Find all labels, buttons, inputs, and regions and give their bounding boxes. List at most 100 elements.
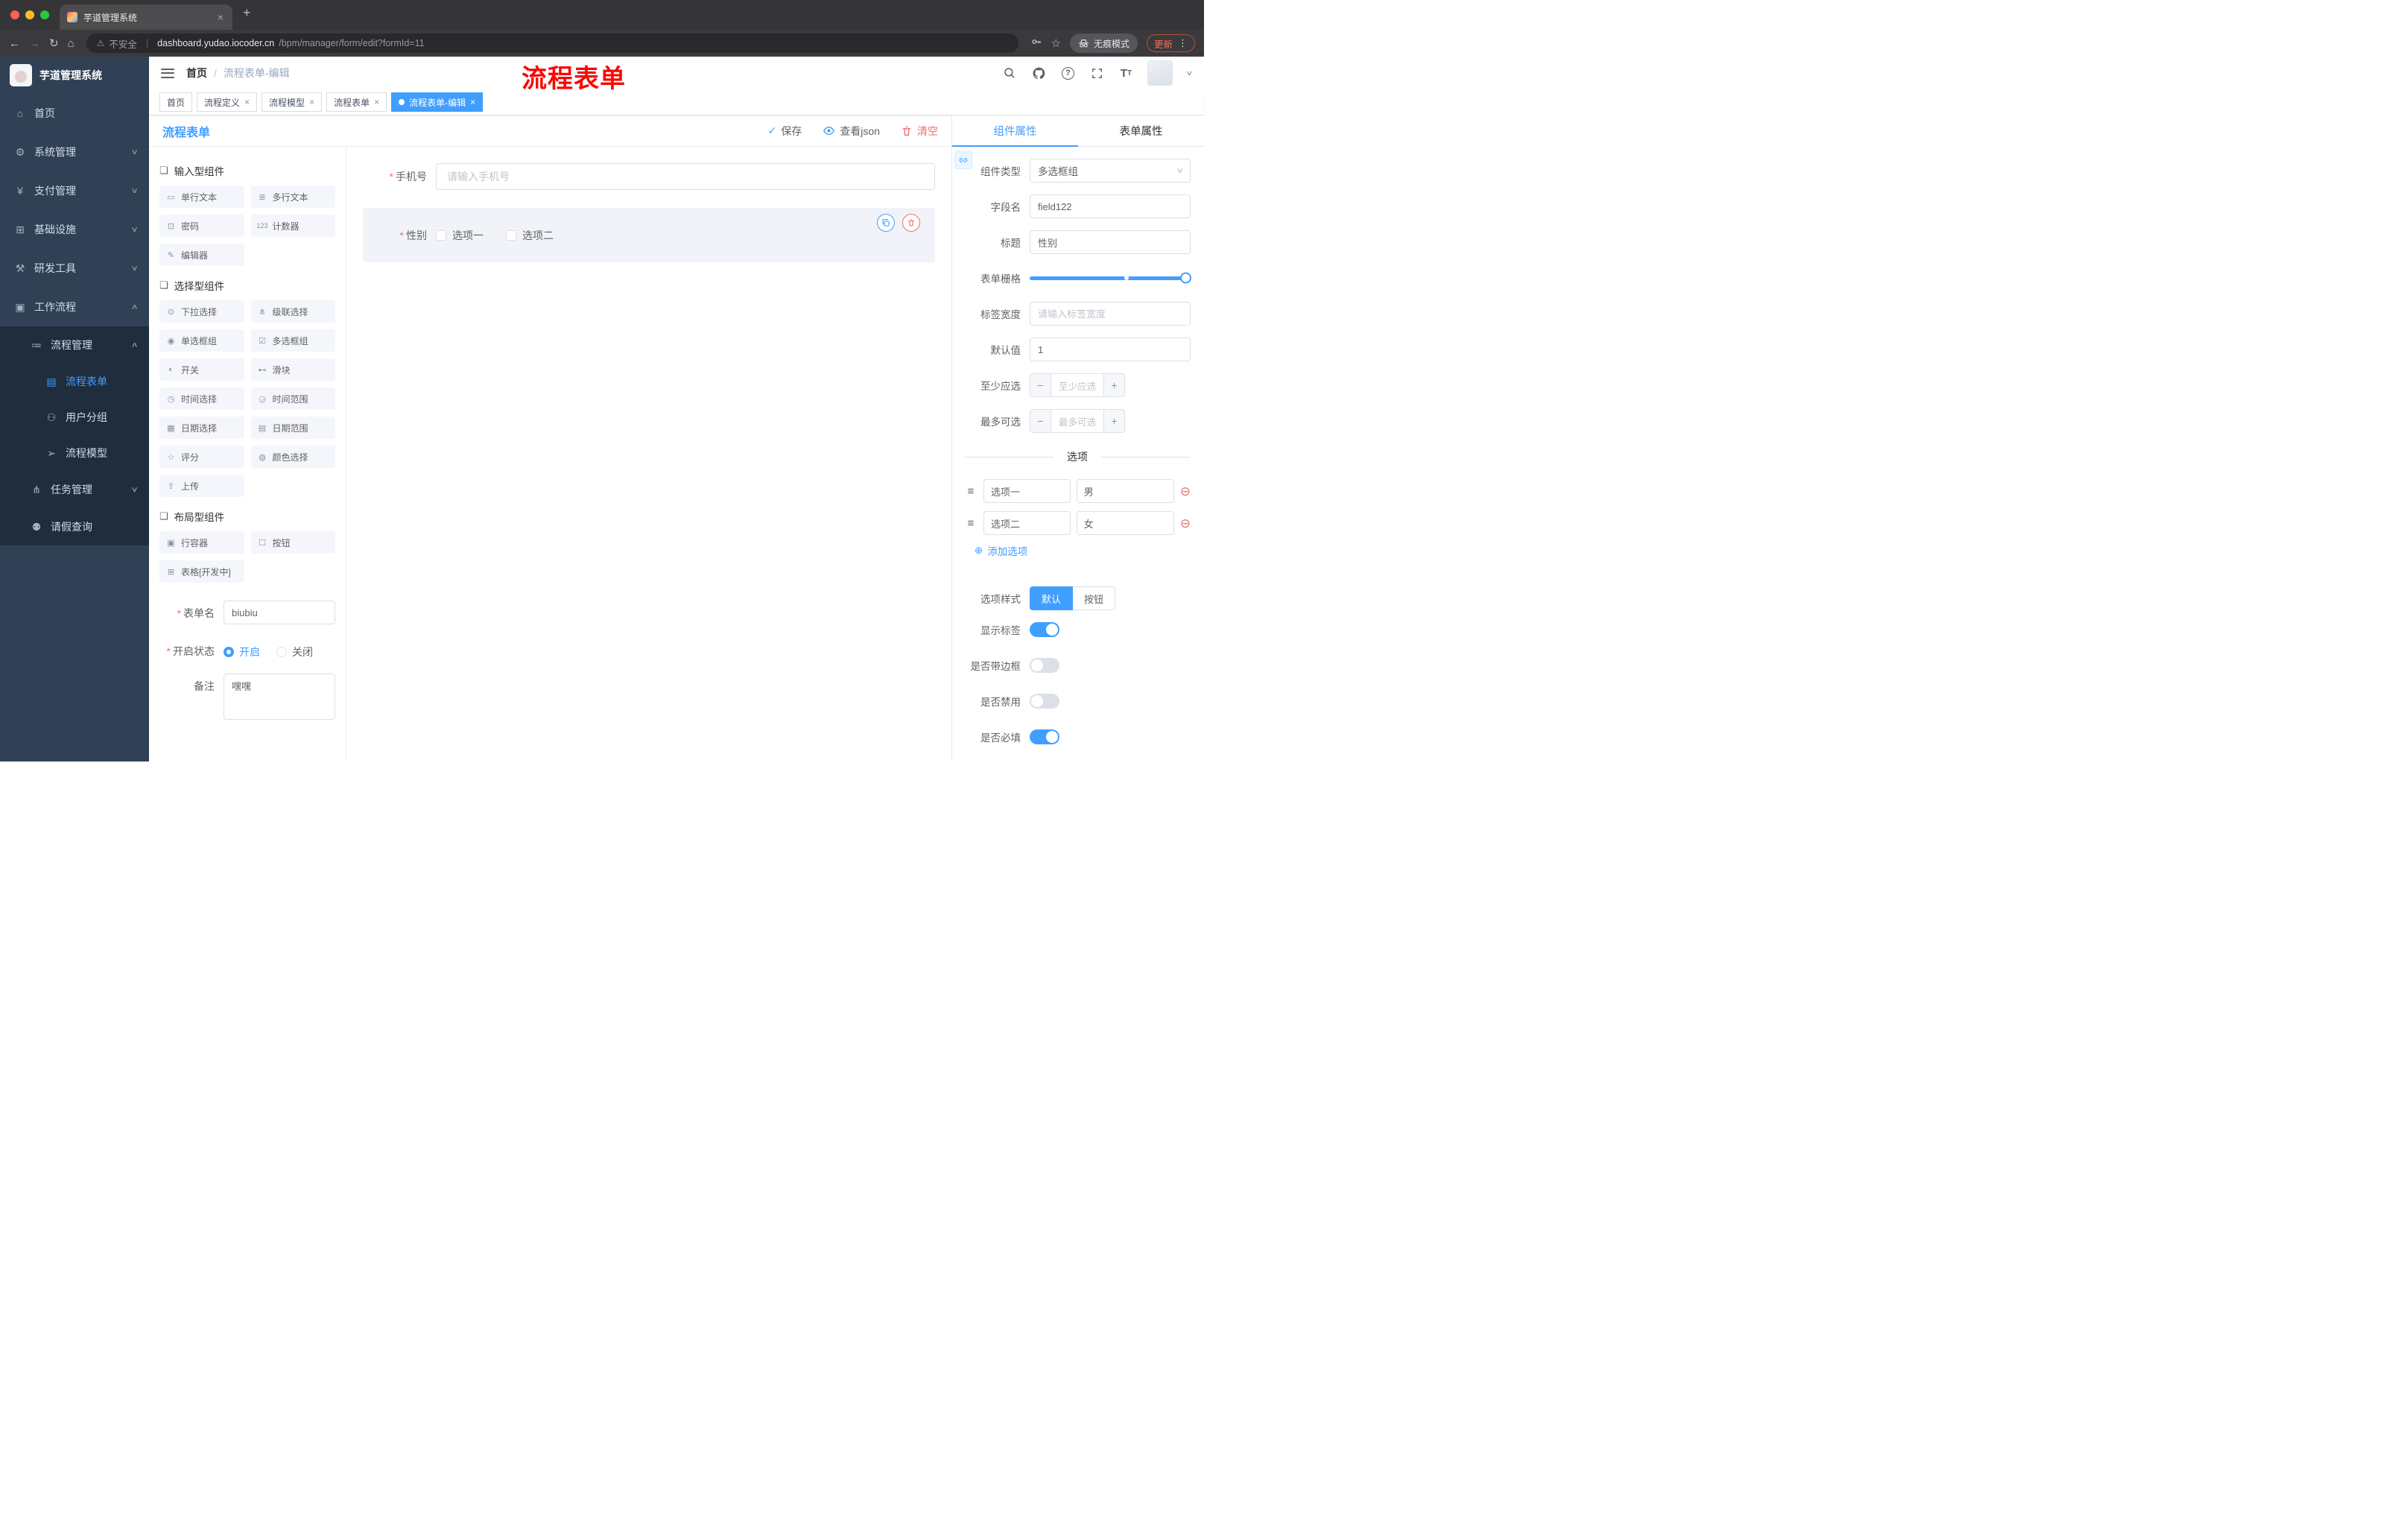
home-icon[interactable]: ⌂ [68,38,75,49]
style-button-button[interactable]: 按钮 [1073,586,1116,610]
title-input[interactable] [1030,230,1191,254]
default-value-input[interactable] [1030,338,1191,361]
window-close-button[interactable] [10,10,19,19]
palette-item-time-picker[interactable]: ◷ 时间选择 [159,387,244,410]
option-label-input[interactable] [983,511,1071,535]
drag-handle-icon[interactable]: ≡ [964,485,978,498]
palette-item-password[interactable]: ⊡ 密码 [159,215,244,237]
min-select-input[interactable]: 至少应选 [1051,374,1103,396]
sidebar-item-devtools[interactable]: ⚒ 研发工具 ∨ [0,249,149,288]
sidebar-item-infrastructure[interactable]: ⊞ 基础设施 ∨ [0,210,149,249]
tag-home[interactable]: 首页 [159,92,193,112]
palette-item-row-container[interactable]: ▣ 行容器 [159,531,244,554]
window-zoom-button[interactable] [40,10,49,19]
palette-item-multi-text[interactable]: ≣ 多行文本 [250,186,335,208]
sidebar-item-workflow[interactable]: ▣ 工作流程 ∧ [0,288,149,326]
palette-item-date-range[interactable]: ▤ 日期范围 [250,417,335,439]
canvas-field-phone[interactable]: * 手机号 [363,163,935,190]
sidebar-item-task-management[interactable]: ⋔ 任务管理 ∨ [0,471,149,508]
hamburger-icon[interactable] [161,68,174,78]
tag-process-form[interactable]: 流程表单 × [326,92,387,112]
delete-component-button[interactable] [902,214,920,232]
new-tab-button[interactable]: + [243,5,251,21]
increase-button[interactable]: + [1103,374,1124,396]
palette-item-editor[interactable]: ✎ 编辑器 [159,244,244,266]
url-omnibox[interactable]: ⚠ 不安全 | dashboard.yudao.iocoder.cn/bpm/m… [86,34,1018,53]
forward-icon[interactable]: → [29,38,40,49]
palette-item-button[interactable]: ☐ 按钮 [250,531,335,554]
status-radio-on[interactable]: 开启 [224,645,260,659]
link-icon[interactable] [954,151,972,169]
browser-update-button[interactable]: 更新 ⋮ [1146,34,1195,52]
palette-item-counter[interactable]: 123 计数器 [250,215,335,237]
max-select-input[interactable]: 最多可选 [1051,410,1103,432]
sidebar-item-leave-query[interactable]: ⚉ 请假查询 [0,508,149,545]
remove-option-icon[interactable]: ⊖ [1180,517,1191,530]
save-button[interactable]: ✓ 保存 [768,124,802,139]
decrease-button[interactable]: − [1030,410,1051,432]
sidebar-logo[interactable]: 芋道管理系统 [0,57,149,94]
sidebar-item-user-group[interactable]: ⚇ 用户分组 [0,399,149,435]
option-value-input[interactable] [1076,479,1174,503]
border-toggle[interactable] [1030,658,1059,673]
required-toggle[interactable] [1030,729,1059,744]
fullscreen-icon[interactable] [1089,66,1104,80]
palette-item-color-picker[interactable]: ◍ 颜色选择 [250,446,335,468]
tab-close-icon[interactable]: × [216,11,225,23]
tag-close-icon[interactable]: × [374,97,379,107]
back-icon[interactable]: ← [9,38,20,49]
palette-item-rate[interactable]: ☆ 评分 [159,446,244,468]
checkbox-unchecked-icon[interactable] [436,230,446,241]
gender-option-2[interactable]: 选项二 [506,228,554,243]
palette-item-radio-group[interactable]: ◉ 单选框组 [159,329,244,352]
reload-icon[interactable]: ↻ [49,38,59,49]
tag-close-icon[interactable]: × [244,97,250,107]
bookmark-star-icon[interactable]: ☆ [1051,37,1061,50]
form-remark-textarea[interactable]: 嘿嘿 [224,674,335,720]
slider-track[interactable] [1030,276,1191,280]
sidebar-item-process-management[interactable]: ≔ 流程管理 ∧ [0,326,149,364]
incognito-badge[interactable]: 无痕模式 [1069,34,1138,53]
github-icon[interactable] [1031,66,1046,80]
sidebar-item-process-form[interactable]: ▤ 流程表单 [0,364,149,399]
palette-item-select[interactable]: ⊙ 下拉选择 [159,300,244,323]
search-icon[interactable] [1002,66,1017,80]
help-icon[interactable]: ? [1060,66,1075,80]
browser-menu-icon[interactable]: ⋮ [1178,37,1188,49]
browser-tab[interactable]: 芋道管理系统 × [60,4,232,30]
option-label-input[interactable] [983,479,1071,503]
checkbox-unchecked-icon[interactable] [506,230,516,241]
remove-option-icon[interactable]: ⊖ [1180,485,1191,498]
tag-close-icon[interactable]: × [470,97,475,107]
view-json-button[interactable]: 查看json [823,124,880,139]
palette-item-date-picker[interactable]: ▦ 日期选择 [159,417,244,439]
style-default-button[interactable]: 默认 [1030,586,1074,610]
gender-option-1[interactable]: 选项一 [436,228,484,243]
canvas-field-gender-selected[interactable]: * 性别 选项一 选项二 [363,208,935,262]
tag-process-definition[interactable]: 流程定义 × [197,92,258,112]
sidebar-item-payment[interactable]: ¥ 支付管理 ∨ [0,171,149,210]
field-name-input[interactable] [1030,194,1191,218]
tab-component-props[interactable]: 组件属性 [952,115,1078,147]
grid-slider[interactable] [1030,266,1191,290]
tag-close-icon[interactable]: × [309,97,314,107]
font-size-icon[interactable]: TT [1118,66,1133,80]
palette-item-switch[interactable]: ◐ 开关 [159,358,244,381]
add-option-button[interactable]: ⊕ 添加选项 [975,543,1191,558]
palette-item-single-text[interactable]: ▭ 单行文本 [159,186,244,208]
sidebar-item-system[interactable]: ⚙ 系统管理 ∨ [0,133,149,171]
increase-button[interactable]: + [1103,410,1124,432]
sidebar-item-process-model[interactable]: ➢ 流程模型 [0,435,149,471]
breadcrumb-home[interactable]: 首页 [186,66,207,80]
palette-item-table[interactable]: ⊞ 表格[开发中] [159,560,244,583]
status-radio-off[interactable]: 关闭 [276,645,313,659]
tab-form-props[interactable]: 表单属性 [1078,115,1204,146]
palette-item-time-range[interactable]: ◶ 时间范围 [250,387,335,410]
drag-handle-icon[interactable]: ≡ [964,517,978,530]
slider-handle[interactable] [1180,272,1191,284]
sidebar-item-home[interactable]: ⌂ 首页 [0,94,149,133]
form-canvas[interactable]: * 手机号 请输入手机号 * 性别 选项一 选项二 [346,147,951,762]
palette-item-slider[interactable]: ⊷ 滑块 [250,358,335,381]
show-label-toggle[interactable] [1030,622,1059,637]
disabled-toggle[interactable] [1030,694,1059,709]
